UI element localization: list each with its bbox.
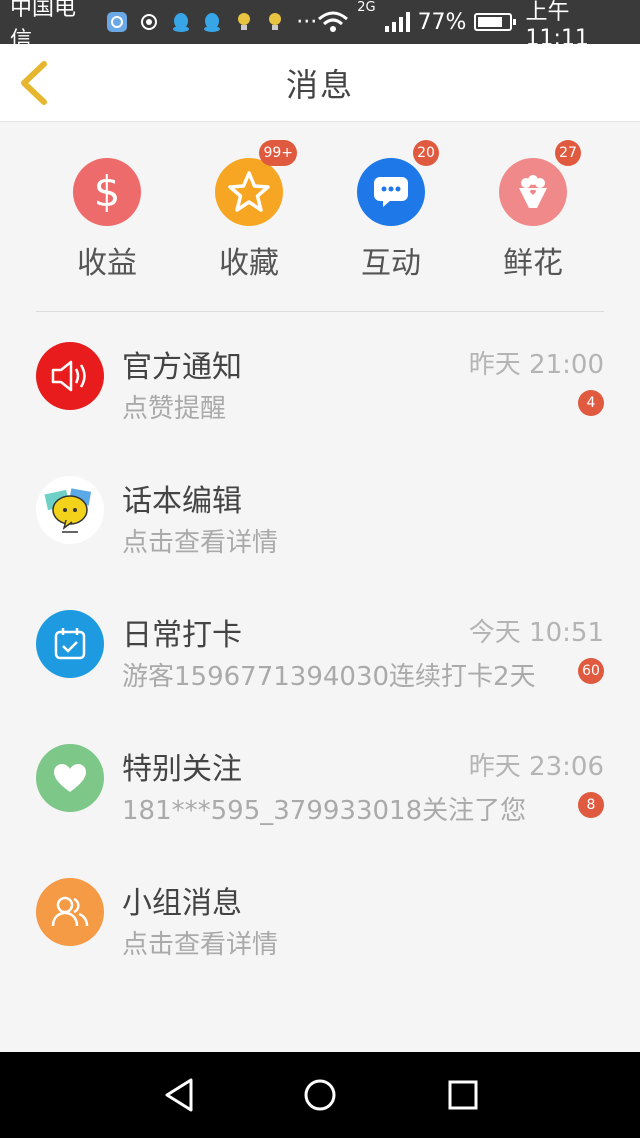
message-subtitle: 点击查看详情 [122, 528, 279, 558]
message-title: 话本编辑 [122, 484, 242, 519]
more-notifications-icon: ··· [296, 9, 318, 35]
message-row-editor[interactable]: 话本编辑 点击查看详情 [0, 472, 640, 606]
svg-text:$: $ [94, 168, 121, 216]
message-row-checkin[interactable]: 日常打卡 游客1596771394030连续打卡2天 今天 10:51 60 [0, 606, 640, 740]
network-type-label: 2G [357, 0, 376, 15]
quick-actions: $ 收益 99+ 收藏 20 互动 27 鲜花 [0, 122, 640, 312]
message-row-following[interactable]: 特别关注 181***595_379933018关注了您 昨天 23:06 8 [0, 740, 640, 874]
unread-badge: 60 [578, 658, 604, 684]
qq-icon [170, 11, 192, 33]
message-subtitle: 181***595_379933018关注了您 [122, 796, 527, 826]
home-nav-button[interactable] [297, 1072, 343, 1118]
group-icon [36, 878, 104, 946]
quick-earnings[interactable]: $ 收益 [52, 158, 162, 282]
editor-chat-icon [36, 476, 104, 544]
quick-earnings-label: 收益 [77, 246, 137, 281]
interaction-badge: 20 [413, 140, 439, 166]
section-divider [36, 311, 604, 312]
page-title: 消息 [285, 65, 354, 104]
quick-interaction[interactable]: 20 互动 [336, 140, 446, 282]
quick-flowers-label: 鲜花 [503, 246, 563, 281]
chat-bubble-icon: 20 [357, 140, 439, 226]
unread-badge: 8 [578, 792, 604, 818]
message-subtitle: 点击查看详情 [122, 930, 279, 960]
back-button[interactable] [14, 60, 54, 106]
wifi-icon [317, 11, 349, 33]
speaker-icon [36, 342, 104, 410]
circle-home-icon [304, 1079, 336, 1111]
message-subtitle: 游客1596771394030连续打卡2天 [122, 662, 536, 692]
flowers-badge: 27 [555, 140, 581, 166]
message-title: 小组消息 [122, 886, 242, 921]
location-icon [138, 11, 160, 33]
unread-badge: 4 [578, 390, 604, 416]
message-subtitle: 点赞提醒 [122, 394, 227, 424]
square-recents-icon [448, 1080, 478, 1110]
message-title: 特别关注 [122, 752, 242, 787]
heart-icon [36, 744, 104, 812]
qq-icon [202, 11, 224, 33]
favorites-badge: 99+ [259, 140, 297, 166]
status-bar: 中国电信 ··· 2G 77% 上午11:11 [0, 0, 640, 53]
header-bar: 消息 [0, 44, 640, 122]
triangle-back-icon [165, 1078, 193, 1112]
message-title: 官方通知 [122, 350, 242, 385]
dollar-icon: $ [73, 158, 141, 226]
lightbulb-icon [265, 11, 287, 33]
battery-percent: 77% [417, 9, 467, 35]
battery-icon [474, 13, 516, 31]
quick-interaction-label: 互动 [361, 246, 421, 281]
bouquet-icon: 27 [499, 140, 581, 226]
back-nav-button[interactable] [157, 1072, 203, 1118]
quick-favorites-label: 收藏 [219, 246, 279, 281]
star-icon: 99+ [215, 140, 297, 226]
lightbulb-icon [233, 11, 255, 33]
message-row-group[interactable]: 小组消息 点击查看详情 [0, 874, 640, 1008]
browser-icon [106, 11, 128, 33]
signal-icon [384, 11, 410, 33]
message-time: 昨天 23:06 [468, 752, 604, 782]
chevron-left-icon [21, 61, 47, 105]
recents-nav-button[interactable] [440, 1072, 486, 1118]
message-title: 日常打卡 [122, 618, 242, 653]
system-nav-bar [0, 1052, 640, 1138]
message-time: 昨天 21:00 [468, 350, 604, 380]
message-time: 今天 10:51 [468, 618, 604, 648]
quick-flowers[interactable]: 27 鲜花 [478, 140, 588, 282]
quick-favorites[interactable]: 99+ 收藏 [194, 140, 304, 282]
message-row-official[interactable]: 官方通知 点赞提醒 昨天 21:00 4 [0, 338, 640, 472]
calendar-check-icon [36, 610, 104, 678]
clock: 上午11:11 [525, 0, 589, 51]
